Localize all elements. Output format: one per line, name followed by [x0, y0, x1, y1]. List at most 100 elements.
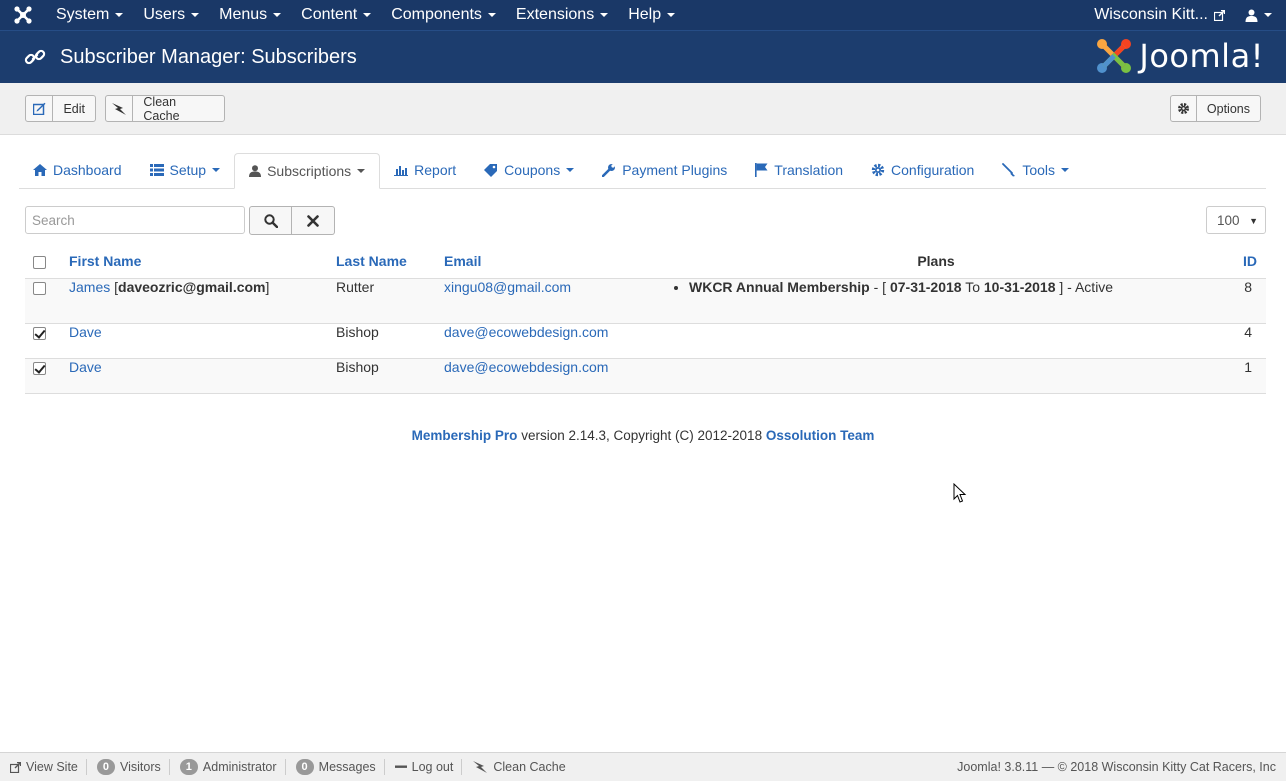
- options-button[interactable]: Options: [1170, 95, 1261, 122]
- tab-label: Translation: [774, 162, 844, 178]
- bar-chart-icon: [394, 164, 409, 176]
- external-link-icon: [1214, 9, 1225, 21]
- plan-item: WKCR Annual Membership - [ 07-31-2018 To…: [689, 279, 1206, 295]
- tab-translation[interactable]: Translation: [741, 152, 857, 188]
- brush-icon: [1002, 163, 1016, 177]
- clean-cache-label: Clean Cache: [143, 94, 180, 123]
- tab-tools[interactable]: Tools: [988, 152, 1083, 188]
- first-name-link[interactable]: James: [69, 279, 110, 295]
- tab-dashboard[interactable]: Dashboard: [19, 152, 136, 188]
- edit-button[interactable]: Edit: [25, 95, 96, 122]
- tab-label: Report: [414, 162, 457, 178]
- topnav-right: Wisconsin Kitt...: [1082, 0, 1286, 30]
- username-value: daveozric@gmail.com: [118, 278, 266, 295]
- product-link[interactable]: Membership Pro: [412, 428, 518, 443]
- first-name-link[interactable]: Dave: [69, 324, 102, 340]
- plans-cell: [666, 323, 1206, 359]
- column-label: Email: [444, 252, 482, 269]
- clear-search-button[interactable]: [292, 206, 335, 235]
- edit-icon: [26, 96, 54, 121]
- messages-label: Messages: [318, 760, 376, 774]
- row-checkbox[interactable]: [33, 361, 46, 375]
- search-input[interactable]: [25, 206, 245, 234]
- tab-payment-plugins[interactable]: Payment Plugins: [588, 152, 741, 188]
- plan-from-date: 07-31-2018: [889, 278, 962, 295]
- tab-coupons[interactable]: Coupons: [470, 152, 588, 188]
- column-last-name[interactable]: Last Name: [336, 244, 444, 279]
- menu-label: Components: [391, 6, 482, 23]
- menu-label: System: [56, 6, 110, 23]
- email-link[interactable]: dave@ecowebdesign.com: [444, 324, 608, 340]
- email-cell: dave@ecowebdesign.com: [444, 358, 666, 394]
- row-checkbox[interactable]: [33, 326, 46, 340]
- search-button[interactable]: [249, 206, 292, 235]
- brand-text: Joomla!: [1139, 37, 1264, 75]
- menu-menus[interactable]: Menus: [209, 0, 291, 30]
- select-all-cell: [25, 244, 69, 279]
- edit-label: Edit: [63, 101, 85, 116]
- administrator-indicator[interactable]: 1 Administrator: [170, 759, 286, 775]
- menu-system[interactable]: System: [46, 0, 133, 30]
- clean-cache-button[interactable]: Clean Cache: [105, 94, 225, 123]
- wrench-icon: [602, 163, 616, 177]
- caret-down-icon: [357, 169, 366, 173]
- first-name-cell: Dave: [69, 358, 336, 394]
- user-icon: [1245, 9, 1258, 22]
- site-link[interactable]: Wisconsin Kitt...: [1082, 6, 1237, 24]
- tab-subscriptions[interactable]: Subscriptions: [234, 153, 381, 189]
- row-checkbox[interactable]: [33, 281, 46, 295]
- email-link[interactable]: xingu08@gmail.com: [444, 279, 571, 295]
- view-site-link[interactable]: View Site: [0, 759, 87, 775]
- menu-label: Menus: [219, 6, 268, 23]
- visitors-indicator[interactable]: 0 Visitors: [87, 759, 170, 775]
- column-first-name[interactable]: First Name: [69, 244, 336, 279]
- first-name-link[interactable]: Dave: [69, 359, 102, 375]
- joomla-logo-icon: [1097, 39, 1132, 73]
- id-cell: 8: [1206, 278, 1266, 324]
- menu-users[interactable]: Users: [133, 0, 209, 30]
- joomla-icon[interactable]: [0, 0, 46, 30]
- row-select-cell: [25, 358, 69, 394]
- logout-link[interactable]: Log out: [385, 759, 463, 775]
- administrator-label: Administrator: [202, 760, 277, 774]
- email-link[interactable]: dave@ecowebdesign.com: [444, 359, 608, 375]
- menu-extensions[interactable]: Extensions: [506, 0, 618, 30]
- plans-list: WKCR Annual Membership - [ 07-31-2018 To…: [666, 279, 1206, 295]
- clean-cache-label: Clean Cache: [493, 760, 566, 774]
- list-icon: [149, 164, 164, 176]
- column-label: Plans: [917, 252, 955, 269]
- team-link[interactable]: Ossolution Team: [766, 428, 875, 443]
- tab-setup[interactable]: Setup: [136, 152, 235, 188]
- tab-label: Dashboard: [53, 162, 122, 178]
- tab-configuration[interactable]: Configuration: [857, 152, 988, 188]
- mouse-cursor-icon: [953, 483, 967, 503]
- subscribers-table: First Name Last Name Email Plans ID Jame…: [25, 244, 1266, 394]
- close-icon: [307, 214, 319, 227]
- menu-label: Users: [143, 6, 186, 23]
- menu-components[interactable]: Components: [381, 0, 506, 30]
- clean-cache-link[interactable]: Clean Cache: [462, 759, 573, 775]
- menu-help[interactable]: Help: [618, 0, 685, 30]
- plan-to-word: To: [961, 278, 984, 295]
- column-email[interactable]: Email: [444, 244, 666, 279]
- tab-label: Configuration: [891, 162, 975, 178]
- caret-down-icon: [273, 13, 282, 17]
- select-all-checkbox[interactable]: [33, 255, 46, 269]
- list-limit-select[interactable]: 100 ▼: [1206, 206, 1266, 234]
- tab-report[interactable]: Report: [380, 152, 470, 188]
- caret-down-icon: [667, 13, 676, 17]
- first-name-cell: Dave: [69, 323, 336, 359]
- menu-content[interactable]: Content: [291, 0, 381, 30]
- caret-down-icon: [115, 13, 124, 17]
- tab-label: Tools: [1022, 162, 1055, 178]
- administrator-badge: 1: [179, 759, 198, 775]
- messages-indicator[interactable]: 0 Messages: [286, 759, 385, 775]
- username-bracket: [daveozric@gmail.com]: [114, 278, 270, 295]
- column-id[interactable]: ID: [1206, 244, 1266, 279]
- page-header: Subscriber Manager: Subscribers Joomla!: [0, 30, 1286, 83]
- menu-label: Extensions: [515, 6, 595, 23]
- user-menu[interactable]: [1237, 9, 1286, 22]
- email-cell: dave@ecowebdesign.com: [444, 323, 666, 359]
- row-select-cell: [25, 323, 69, 359]
- caret-down-icon: [363, 13, 372, 17]
